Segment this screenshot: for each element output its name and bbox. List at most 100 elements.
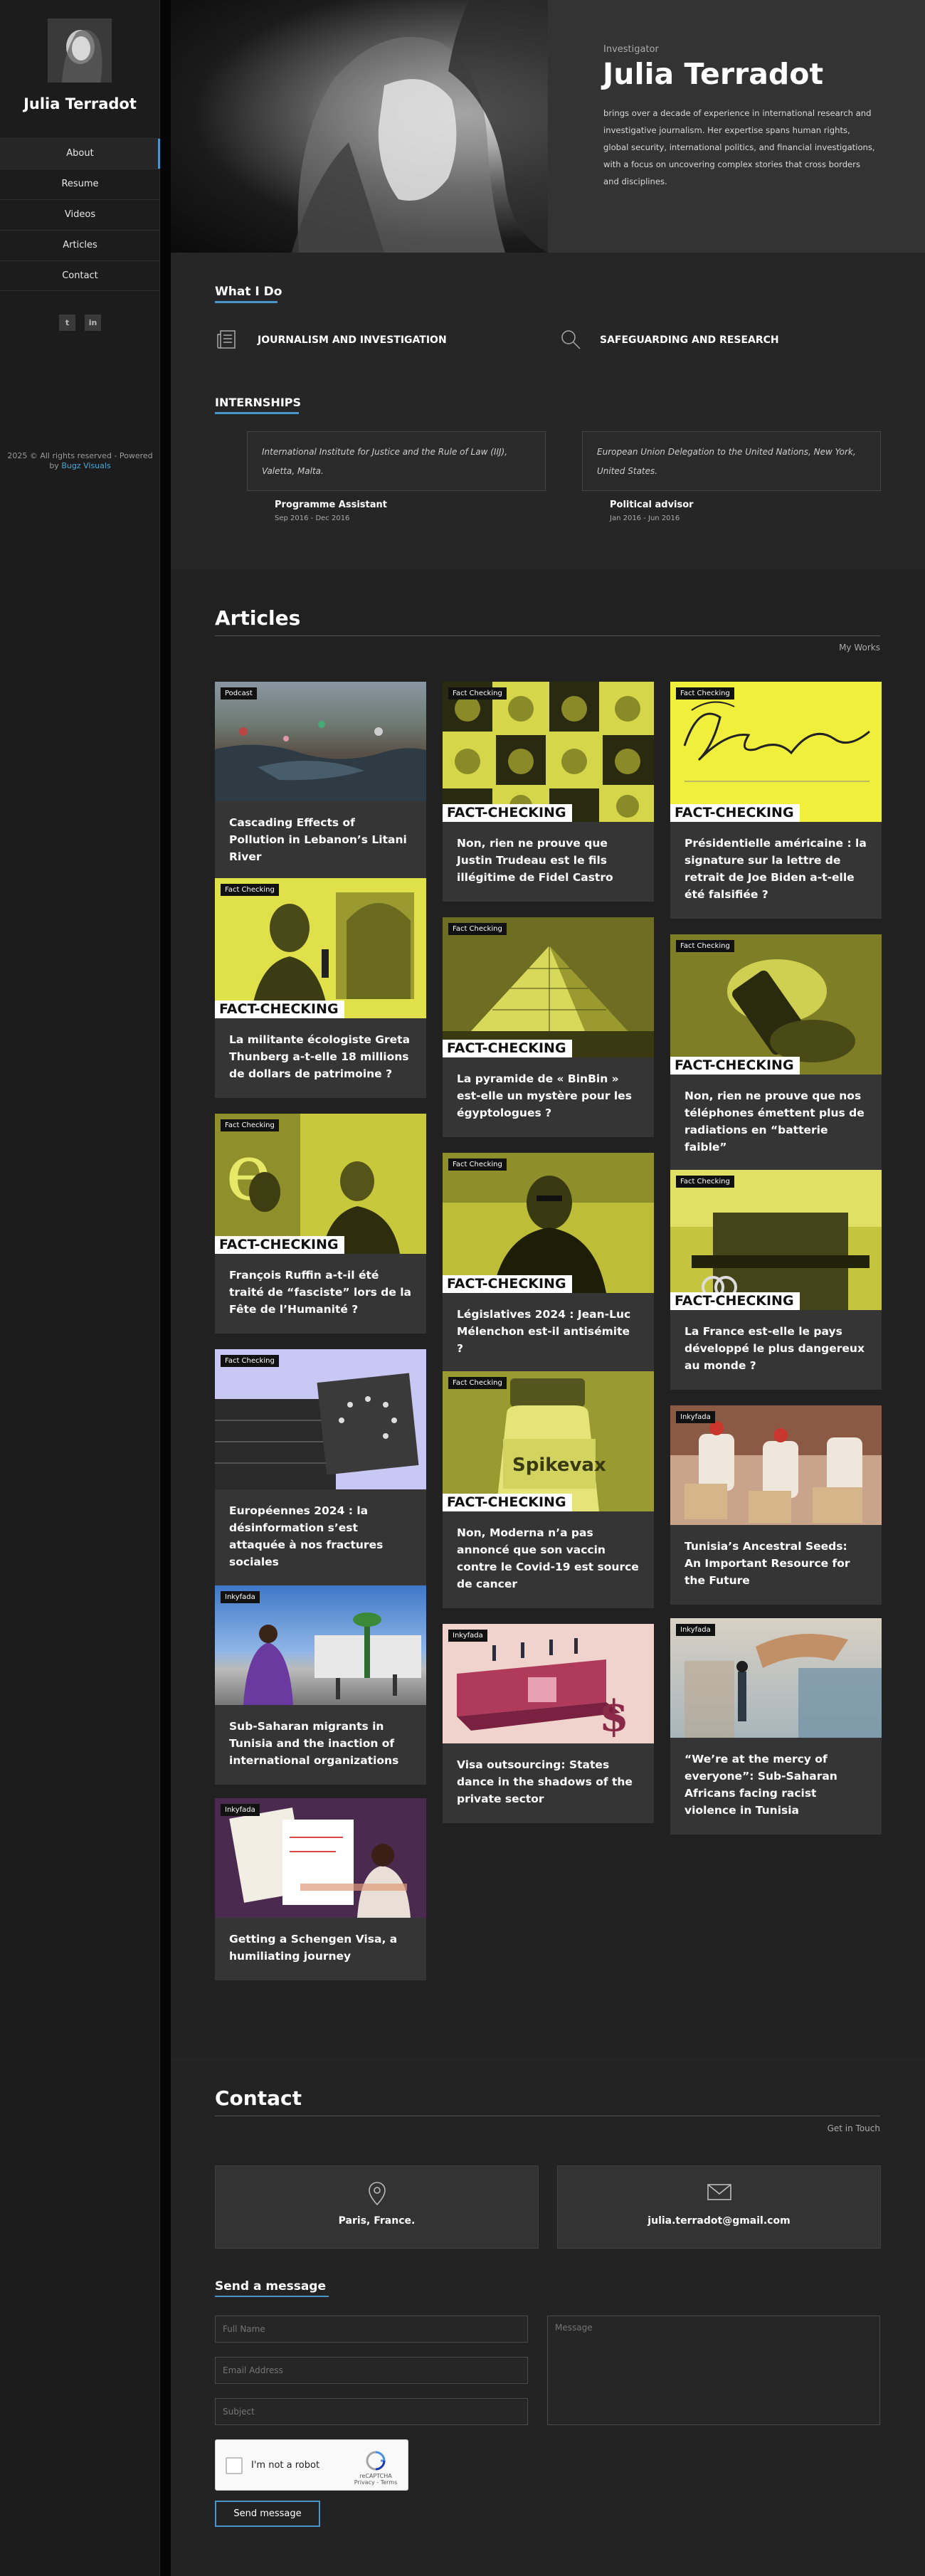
svg-text:Spikevax: Spikevax (512, 1455, 606, 1476)
recaptcha-brand: reCAPTCHA Privacy - Terms (351, 2450, 401, 2486)
article-thumbnail: Inkyfada (215, 1585, 426, 1705)
article-card[interactable]: Fact Checking FACT-CHECKING Législatives… (443, 1153, 654, 1373)
nav-about[interactable]: About (0, 138, 160, 169)
internships-title: INTERNSHIPS (215, 396, 302, 409)
hero-role: Investigator (603, 44, 659, 55)
fact-checking-band: FACT-CHECKING (443, 1040, 572, 1057)
full-name-input[interactable] (215, 2316, 528, 2343)
hero-portrait-photo (171, 0, 548, 253)
send-message-title: Send a message (215, 2279, 327, 2293)
article-category-badge: Fact Checking (448, 687, 507, 700)
article-title: Européennes 2024 : la désinformation s’e… (229, 1504, 384, 1568)
article-thumbnail: Fact Checking (215, 1349, 426, 1489)
section-underline (215, 301, 278, 303)
article-thumbnail: Fact Checking FACT-CHECKING (670, 1170, 882, 1310)
article-thumbnail: Podcast (215, 682, 426, 801)
article-thumbnail: Fact Checking FACT-CHECKING (443, 917, 654, 1057)
article-title: Non, rien ne prouve que Justin Trudeau e… (457, 837, 613, 884)
nav-contact[interactable]: Contact (0, 260, 160, 291)
article-card[interactable]: Fact Checking FACT-CHECKING La militante… (215, 878, 426, 1098)
nav-articles[interactable]: Articles (0, 230, 160, 260)
article-card[interactable]: Inkyfada Tunisia’s Ancestral Seeds: An I… (670, 1405, 882, 1605)
newspaper-icon (215, 327, 239, 352)
article-title: “We’re at the mercy of everyone”: Sub-Sa… (684, 1753, 837, 1817)
article-card[interactable]: Fact Checking FACT-CHECKING Non, rien ne… (670, 934, 882, 1171)
nav-videos[interactable]: Videos (0, 199, 160, 230)
article-card[interactable]: Fact Checking FACT-CHECKING La pyramide … (443, 917, 654, 1137)
article-category-badge: Fact Checking (676, 1176, 734, 1188)
twitter-icon[interactable]: t (58, 315, 75, 331)
article-card[interactable]: Podcast Cascading Effects of Pollution i… (215, 682, 426, 881)
recaptcha-checkbox[interactable] (226, 2457, 243, 2474)
article-category-badge: Podcast (221, 687, 257, 700)
recaptcha-logo-icon (366, 2451, 386, 2471)
message-textarea[interactable] (547, 2316, 880, 2425)
main-nav: About Resume Videos Articles Contact (0, 138, 160, 291)
subject-input[interactable] (215, 2398, 528, 2425)
article-title: François Ruffin a-t-il été traité de “fa… (229, 1269, 411, 1316)
recaptcha-links[interactable]: Privacy - Terms (351, 2479, 401, 2486)
email-input[interactable] (215, 2357, 528, 2384)
fact-checking-band: FACT-CHECKING (215, 1236, 344, 1254)
article-card[interactable]: Fact Checking FACT-CHECKING La France es… (670, 1170, 882, 1390)
article-title: Législatives 2024 : Jean-Luc Mélenchon e… (457, 1308, 631, 1355)
article-thumbnail: Fact Checking FACT-CHECKING (443, 1153, 654, 1293)
article-title: Tunisia’s Ancestral Seeds: An Important … (684, 1540, 850, 1587)
article-category-badge: Fact Checking (676, 687, 734, 700)
hero-bio: brings over a decade of experience in in… (603, 108, 875, 186)
article-card[interactable]: $ Inkyfada Visa outsourcing: States danc… (443, 1624, 654, 1823)
article-card[interactable]: Fact Checking FACT-CHECKING Non, rien ne… (443, 682, 654, 902)
article-card[interactable]: Inkyfada Getting a Schengen Visa, a humi… (215, 1798, 426, 1980)
linkedin-icon[interactable]: in (85, 315, 102, 331)
article-thumbnail: Fact Checking FACT-CHECKING (670, 934, 882, 1075)
service-journalism: JOURNALISM AND INVESTIGATION (258, 334, 447, 346)
send-message-button[interactable]: Send message (215, 2501, 320, 2527)
article-title: La pyramide de « BinBin » est-elle un my… (457, 1072, 632, 1119)
contact-title: Contact (215, 2086, 302, 2110)
internship-org-2: European Union Delegation to the United … (582, 431, 881, 491)
article-thumbnail: Fact Checking FACT-CHECKING (443, 682, 654, 822)
article-category-badge: Inkyfada (676, 1411, 715, 1423)
hero-name: Julia Terradot (603, 57, 824, 91)
article-card[interactable]: Inkyfada “We’re at the mercy of everyone… (670, 1618, 882, 1835)
article-title: Présidentielle américaine : la signature… (684, 837, 867, 901)
fact-checking-band: FACT-CHECKING (670, 804, 800, 822)
sidebar-copyright: 2025 © All rights reserved - Powered by … (0, 451, 160, 471)
article-title: Cascading Effects of Pollution in Lebano… (229, 816, 407, 863)
nav-resume[interactable]: Resume (0, 169, 160, 199)
article-thumbnail: Inkyfada (670, 1405, 882, 1525)
email-text[interactable]: julia.terradot@gmail.com (558, 2215, 880, 2227)
map-pin-icon (216, 2182, 538, 2209)
article-thumbnail: Spikevax Fact Checking FACT-CHECKING (443, 1371, 654, 1511)
powered-by-link[interactable]: Bugz Visuals (61, 461, 110, 470)
articles-tagline: My Works (839, 643, 880, 653)
fact-checking-band: FACT-CHECKING (670, 1292, 800, 1310)
article-thumbnail: Inkyfada (215, 1798, 426, 1918)
internship-role-2: Political advisor (610, 500, 694, 510)
article-thumbnail: Fact Checking FACT-CHECKING (670, 682, 882, 822)
internship-role-1: Programme Assistant (275, 500, 387, 510)
article-card[interactable]: Fact Checking Européennes 2024 : la dési… (215, 1349, 426, 1586)
article-card[interactable]: e Fact Checking FACT-CHECKING François R… (215, 1114, 426, 1334)
articles-divider (215, 635, 880, 636)
recaptcha-widget: I'm not a robot reCAPTCHA Privacy - Term… (215, 2439, 408, 2491)
service-safeguarding: SAFEGUARDING AND RESEARCH (600, 334, 779, 346)
recaptcha-brand-text: reCAPTCHA (359, 2473, 392, 2479)
social-links: t in (0, 315, 160, 331)
email-box: julia.terradot@gmail.com (557, 2165, 881, 2249)
article-category-badge: Fact Checking (676, 940, 734, 952)
article-card[interactable]: Inkyfada Sub-Saharan migrants in Tunisia… (215, 1585, 426, 1785)
article-card[interactable]: Fact Checking FACT-CHECKING Présidentiel… (670, 682, 882, 919)
location-text: Paris, France. (338, 2215, 416, 2227)
sidebar-divider (160, 0, 171, 2576)
article-category-badge: Inkyfada (676, 1624, 715, 1636)
article-card[interactable]: Spikevax Fact Checking FACT-CHECKING Non… (443, 1371, 654, 1608)
article-title: Visa outsourcing: States dance in the sh… (457, 1758, 633, 1805)
avatar (48, 19, 112, 83)
svg-text:$: $ (599, 1691, 629, 1741)
fact-checking-band: FACT-CHECKING (670, 1057, 800, 1075)
article-thumbnail: e Fact Checking FACT-CHECKING (215, 1114, 426, 1254)
article-title: Non, rien ne prouve que nos téléphones é… (684, 1089, 865, 1154)
article-category-badge: Fact Checking (221, 884, 279, 896)
article-title: Non, Moderna n’a pas annoncé que son vac… (457, 1526, 639, 1590)
